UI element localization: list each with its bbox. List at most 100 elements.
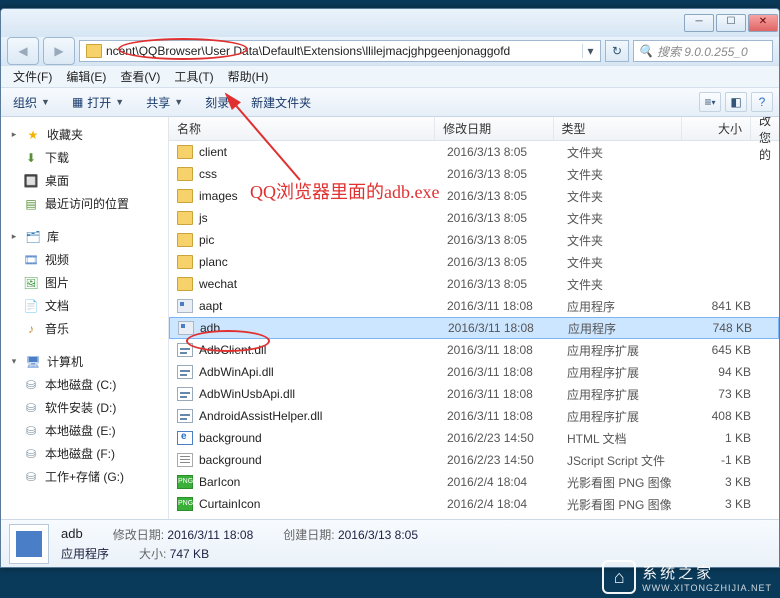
document-icon: 📄 xyxy=(23,298,39,314)
watermark: ⌂ 系统之家 WWW.XITONGZHIJIA.NET xyxy=(602,560,772,594)
chevron-down-icon: ▼ xyxy=(115,97,124,107)
burn-button[interactable]: 刻录 xyxy=(199,92,235,113)
menu-help[interactable]: 帮助(H) xyxy=(222,66,275,87)
search-input[interactable]: 🔍 搜索 9.0.0.255_0 xyxy=(633,40,773,62)
file-row[interactable]: wechat2016/3/13 8:05文件夹 xyxy=(169,273,779,295)
sidebar-documents[interactable]: 📄文档 xyxy=(1,294,168,317)
file-name: planc xyxy=(199,255,228,269)
sidebar-desktop[interactable]: 🔲桌面 xyxy=(1,169,168,192)
file-name: js xyxy=(199,211,208,225)
new-folder-button[interactable]: 新建文件夹 xyxy=(245,92,317,113)
file-row[interactable]: images2016/3/13 8:05文件夹 xyxy=(169,185,779,207)
file-row[interactable]: AdbWinUsbApi.dll2016/3/11 18:08应用程序扩展73 … xyxy=(169,383,779,405)
sidebar-drive-g[interactable]: ⛁工作+存储 (G:) xyxy=(1,465,168,488)
column-change[interactable]: 更改您的 xyxy=(751,117,779,140)
file-type: 应用程序扩展 xyxy=(559,364,689,381)
column-type[interactable]: 类型 xyxy=(554,117,682,140)
column-size[interactable]: 大小 xyxy=(682,117,751,140)
open-button[interactable]: ▦打开▼ xyxy=(66,92,130,113)
sidebar-libraries[interactable]: ▸🗂库 xyxy=(1,225,168,248)
folder-icon xyxy=(86,44,102,58)
dll-icon xyxy=(177,387,193,401)
file-date: 2016/3/13 8:05 xyxy=(439,277,559,291)
file-row[interactable]: background2016/2/23 14:50HTML 文档1 KB xyxy=(169,427,779,449)
sidebar-computer[interactable]: ▾🖥计算机 xyxy=(1,350,168,373)
address-dropdown-icon[interactable]: ▾ xyxy=(582,44,598,58)
column-name[interactable]: 名称 xyxy=(169,117,435,140)
file-row[interactable]: AdbWinApi.dll2016/3/11 18:08应用程序扩展94 KB xyxy=(169,361,779,383)
file-date: 2016/3/13 8:05 xyxy=(439,189,559,203)
help-button[interactable]: ? xyxy=(751,92,773,112)
file-row[interactable]: pic2016/3/13 8:05文件夹 xyxy=(169,229,779,251)
watermark-logo-icon: ⌂ xyxy=(602,560,636,594)
file-row[interactable]: AndroidAssistHelper.dll2016/3/11 18:08应用… xyxy=(169,405,779,427)
organize-button[interactable]: 组织▼ xyxy=(7,92,56,113)
sidebar-drive-e[interactable]: ⛁本地磁盘 (E:) xyxy=(1,419,168,442)
menu-tools[interactable]: 工具(T) xyxy=(168,66,219,87)
file-size: 94 KB xyxy=(689,365,759,379)
details-thumbnail xyxy=(9,524,49,564)
file-size: 3 KB xyxy=(689,475,759,489)
title-bar[interactable]: ─ ☐ ✕ xyxy=(1,9,779,37)
file-date: 2016/3/13 8:05 xyxy=(439,233,559,247)
sidebar-downloads[interactable]: ⬇下载 xyxy=(1,146,168,169)
file-row[interactable]: css2016/3/13 8:05文件夹 xyxy=(169,163,779,185)
folder-icon xyxy=(177,211,193,225)
file-row[interactable]: js2016/3/13 8:05文件夹 xyxy=(169,207,779,229)
sidebar-drive-c[interactable]: ⛁本地磁盘 (C:) xyxy=(1,373,168,396)
file-name: AdbWinUsbApi.dll xyxy=(199,387,295,401)
details-size-value: 747 KB xyxy=(170,547,209,561)
address-bar[interactable]: ncent\QQBrowser\User Data\Default\Extens… xyxy=(79,40,601,62)
file-size: 73 KB xyxy=(689,387,759,401)
drive-icon: ⛁ xyxy=(23,469,39,485)
nav-forward-button[interactable]: ▶ xyxy=(43,37,75,65)
file-row[interactable]: planc2016/3/13 8:05文件夹 xyxy=(169,251,779,273)
file-row[interactable]: aapt2016/3/11 18:08应用程序841 KB xyxy=(169,295,779,317)
close-button[interactable]: ✕ xyxy=(748,14,778,32)
file-size: 645 KB xyxy=(689,343,759,357)
dll-icon xyxy=(177,409,193,423)
sidebar-music[interactable]: ♪音乐 xyxy=(1,317,168,340)
file-size: 1 KB xyxy=(689,431,759,445)
file-size: 3 KB xyxy=(689,497,759,511)
details-mod-label: 修改日期: xyxy=(113,528,164,542)
column-date[interactable]: 修改日期 xyxy=(435,117,553,140)
minimize-button[interactable]: ─ xyxy=(684,14,714,32)
watermark-url: WWW.XITONGZHIJIA.NET xyxy=(642,583,772,593)
search-placeholder: 搜索 9.0.0.255_0 xyxy=(657,43,748,60)
drive-icon: ⛁ xyxy=(23,377,39,393)
menu-view[interactable]: 查看(V) xyxy=(114,66,166,87)
file-row[interactable]: AdbClient.dll2016/3/11 18:08应用程序扩展645 KB xyxy=(169,339,779,361)
share-button[interactable]: 共享▼ xyxy=(140,92,189,113)
navigation-pane: ▸★收藏夹 ⬇下载 🔲桌面 ▤最近访问的位置 ▸🗂库 🎞视频 🖼图片 📄文档 ♪… xyxy=(1,117,169,519)
file-type: 应用程序扩展 xyxy=(559,342,689,359)
refresh-button[interactable]: ↻ xyxy=(605,40,629,62)
file-row[interactable]: background2016/2/23 14:50JScript Script … xyxy=(169,449,779,471)
sidebar-drive-d[interactable]: ⛁软件安装 (D:) xyxy=(1,396,168,419)
preview-pane-button[interactable]: ◧ xyxy=(725,92,747,112)
view-options-button[interactable]: ≡▾ xyxy=(699,92,721,112)
file-row[interactable]: PNGCurtainIcon2016/2/4 18:04光影看图 PNG 图像3… xyxy=(169,493,779,515)
sidebar-favorites[interactable]: ▸★收藏夹 xyxy=(1,123,168,146)
maximize-button[interactable]: ☐ xyxy=(716,14,746,32)
details-created-value: 2016/3/13 8:05 xyxy=(338,528,418,542)
exe-icon xyxy=(177,299,193,313)
star-icon: ★ xyxy=(25,127,41,143)
library-icon: 🗂 xyxy=(25,229,41,245)
file-row[interactable]: PNGBarIcon2016/2/4 18:04光影看图 PNG 图像3 KB xyxy=(169,471,779,493)
file-size: 841 KB xyxy=(689,299,759,313)
sidebar-videos[interactable]: 🎞视频 xyxy=(1,248,168,271)
menu-file[interactable]: 文件(F) xyxy=(7,66,58,87)
file-name: wechat xyxy=(199,277,237,291)
file-row[interactable]: adb2016/3/11 18:08应用程序748 KB xyxy=(169,317,779,339)
sidebar-pictures[interactable]: 🖼图片 xyxy=(1,271,168,294)
sidebar-recent[interactable]: ▤最近访问的位置 xyxy=(1,192,168,215)
file-row[interactable]: client2016/3/13 8:05文件夹 xyxy=(169,141,779,163)
desktop-icon: 🔲 xyxy=(23,173,39,189)
file-size: -1 KB xyxy=(689,453,759,467)
menu-edit[interactable]: 编辑(E) xyxy=(60,66,112,87)
file-type: 应用程序扩展 xyxy=(559,408,689,425)
file-type: HTML 文档 xyxy=(559,430,689,447)
sidebar-drive-f[interactable]: ⛁本地磁盘 (F:) xyxy=(1,442,168,465)
nav-back-button[interactable]: ◀ xyxy=(7,37,39,65)
